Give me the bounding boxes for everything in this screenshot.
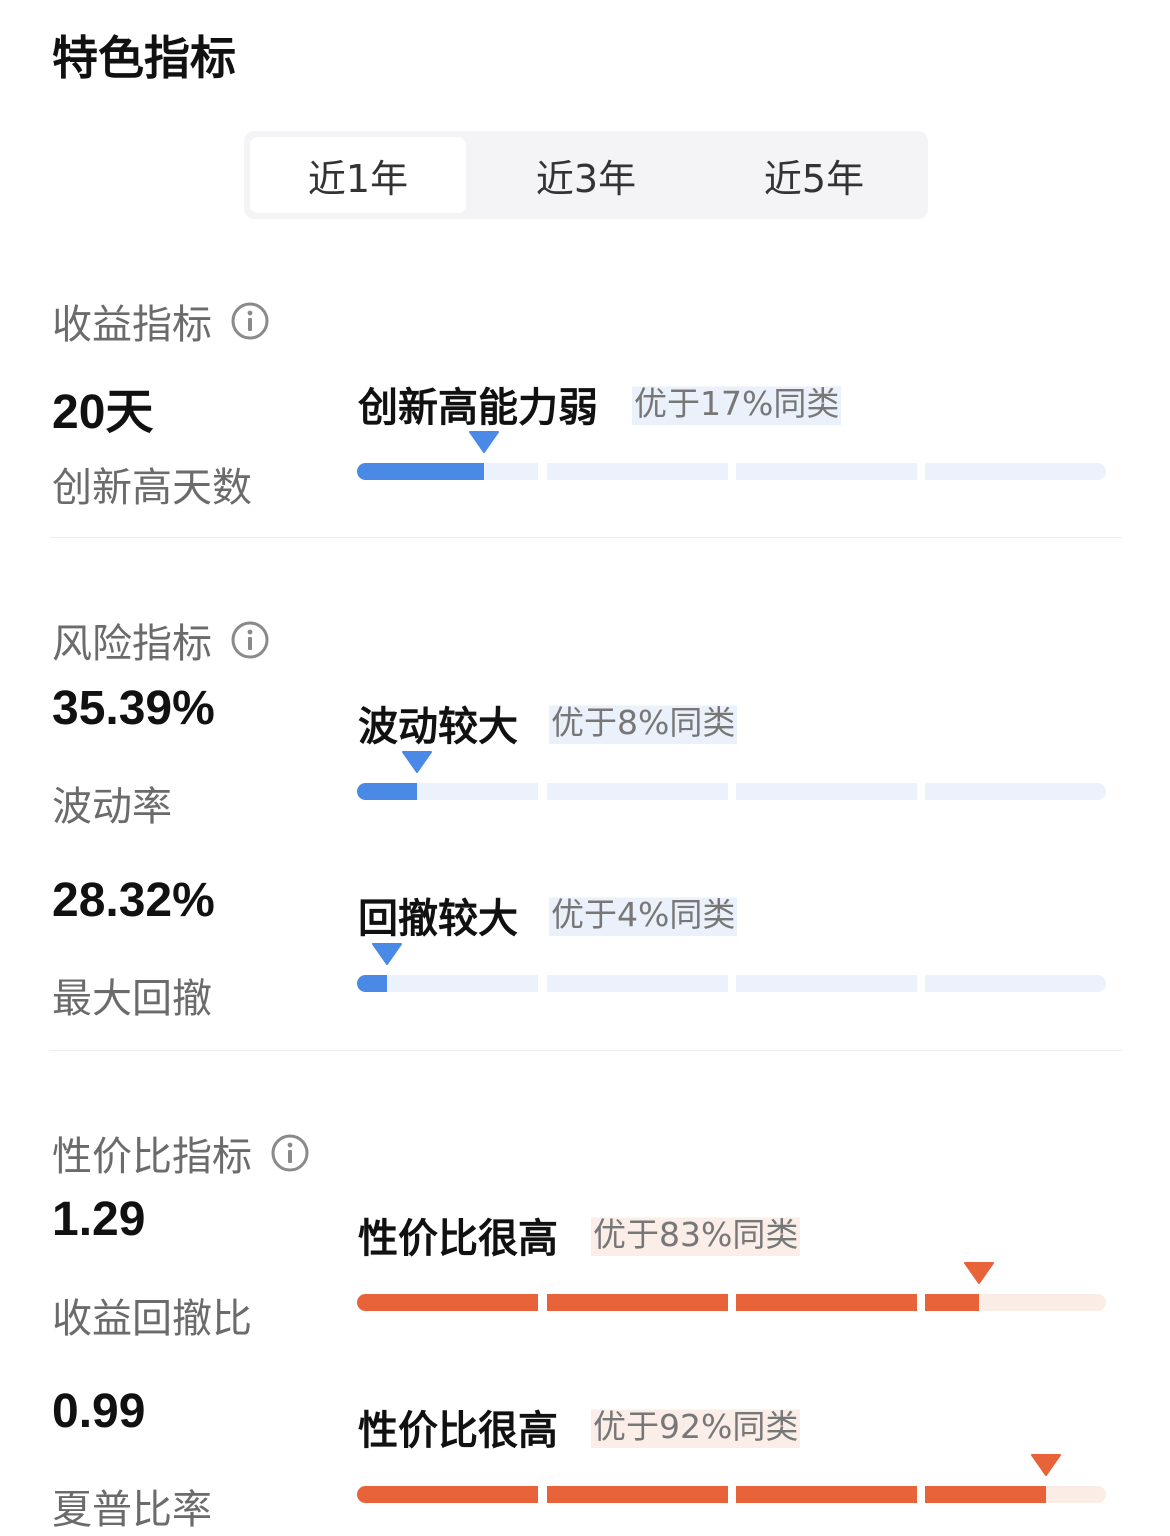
tab-1-year[interactable]: 近1年 (250, 137, 466, 213)
feature-indicators-page: 特色指标 近1年 近3年 近5年 收益指标 20天 创新高天数 创新高能力弱 优… (0, 0, 1170, 1536)
percentile-marker-icon (1031, 1454, 1062, 1476)
bar-segment (736, 1294, 917, 1311)
level-text: 性价比很高 (358, 1216, 558, 1262)
level-text: 回撤较大 (358, 896, 518, 942)
bar-segment (357, 975, 538, 992)
section-title-text: 性价比指标 (52, 1134, 252, 1180)
level-text: 性价比很高 (358, 1408, 558, 1454)
bar-fill (357, 975, 387, 992)
percentile-marker-icon (963, 1262, 994, 1284)
percentile-marker-icon (469, 431, 500, 453)
bar-segment (547, 463, 728, 480)
bar-segment (547, 1486, 728, 1503)
metric-value: 0.99 (52, 1385, 146, 1438)
metric-value: 1.29 (52, 1193, 146, 1246)
bar-segment (357, 463, 538, 480)
bar-segment (925, 1486, 1106, 1503)
level-text: 波动较大 (358, 704, 518, 750)
section-title-text: 风险指标 (52, 621, 212, 667)
bar-segment (925, 783, 1106, 800)
section-title-text: 收益指标 (52, 302, 212, 348)
bar-segment (925, 463, 1106, 480)
bar-fill (547, 1294, 728, 1311)
bar-segment (547, 1294, 728, 1311)
metric-label: 创新高天数 (52, 465, 252, 511)
metric-label: 夏普比率 (52, 1487, 212, 1533)
bar-segment (925, 975, 1106, 992)
info-icon[interactable] (270, 1133, 310, 1173)
bar-segment (736, 783, 917, 800)
level-text: 创新高能力弱 (358, 385, 598, 431)
bar-segment (736, 975, 917, 992)
percentile-bar (357, 943, 1106, 992)
bar-segment (547, 975, 728, 992)
tab-5-year[interactable]: 近5年 (706, 137, 922, 213)
bar-segment (357, 783, 538, 800)
metric-label: 收益回撤比 (52, 1296, 252, 1342)
bar-fill (357, 783, 417, 800)
period-tabs: 近1年 近3年 近5年 (244, 131, 928, 219)
percentile-bar (357, 1454, 1106, 1503)
metric-label: 波动率 (52, 784, 172, 830)
section-title-return: 收益指标 (52, 292, 270, 350)
metric-value: 20天 (52, 386, 154, 439)
percentile-marker-icon (371, 943, 402, 965)
peer-rank-badge: 优于8%同类 (549, 696, 738, 744)
info-icon[interactable] (230, 620, 270, 660)
bar-fill (925, 1486, 1047, 1503)
bar-segment (925, 1294, 1106, 1311)
bar-segment (357, 1294, 538, 1311)
peer-rank-badge: 优于17%同类 (632, 377, 842, 425)
page-title: 特色指标 (52, 31, 236, 85)
percentile-bar (357, 751, 1106, 800)
tab-3-year[interactable]: 近3年 (478, 137, 694, 213)
bar-fill (736, 1294, 917, 1311)
metric-value: 28.32% (52, 874, 215, 927)
bar-segment (547, 783, 728, 800)
bar-segment (736, 463, 917, 480)
bar-fill (925, 1294, 979, 1311)
peer-rank-badge: 优于83%同类 (591, 1208, 801, 1256)
metric-value: 35.39% (52, 682, 215, 735)
bar-fill (357, 463, 485, 480)
bar-segment (736, 1486, 917, 1503)
info-icon[interactable] (230, 301, 270, 341)
divider (50, 1050, 1122, 1051)
metric-label: 最大回撤 (52, 976, 212, 1022)
section-title-value: 性价比指标 (52, 1124, 310, 1182)
peer-rank-badge: 优于4%同类 (549, 888, 738, 936)
section-title-risk: 风险指标 (52, 611, 270, 669)
percentile-marker-icon (401, 751, 432, 773)
divider (50, 537, 1122, 538)
bar-fill (736, 1486, 917, 1503)
percentile-bar (357, 1262, 1106, 1311)
bar-segment (357, 1486, 538, 1503)
percentile-bar (357, 431, 1106, 480)
bar-fill (357, 1294, 538, 1311)
peer-rank-badge: 优于92%同类 (591, 1400, 801, 1448)
bar-fill (357, 1486, 538, 1503)
bar-fill (547, 1486, 728, 1503)
